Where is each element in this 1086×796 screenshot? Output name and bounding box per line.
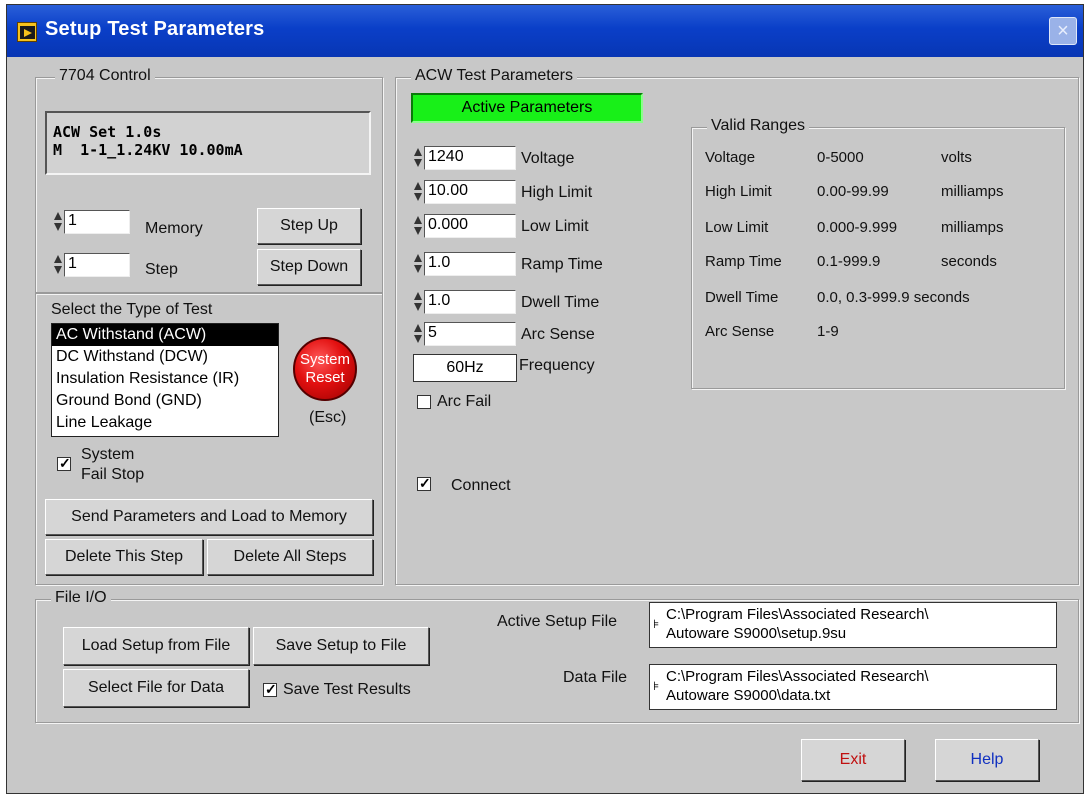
- arc-fail-label: Arc Fail: [437, 393, 492, 410]
- param-label: High Limit: [521, 184, 593, 201]
- range-unit: seconds: [941, 253, 997, 270]
- param-input[interactable]: 1240: [424, 146, 516, 170]
- fail-stop-label: System Fail Stop: [81, 445, 144, 485]
- spin-arrows-icon[interactable]: [53, 210, 63, 234]
- range-name: Voltage: [705, 149, 756, 166]
- step-label: Step: [145, 261, 178, 278]
- arc-fail-checkbox[interactable]: [417, 395, 431, 409]
- range-range: 0.00-99.99: [817, 183, 889, 200]
- test-type-option[interactable]: Ground Bond (GND): [52, 390, 278, 412]
- path-icon: ⊧: [653, 679, 660, 693]
- file-io-legend: File I/O: [51, 589, 111, 607]
- app-icon: [17, 22, 37, 42]
- range-range: 0.1-999.9: [817, 253, 881, 270]
- data-file-label: Data File: [563, 669, 628, 686]
- reset-shortcut-label: (Esc): [309, 409, 347, 426]
- fail-stop-label-line-1: System: [81, 446, 135, 463]
- test-type-option[interactable]: DC Withstand (DCW): [52, 346, 278, 368]
- range-unit: volts: [941, 149, 972, 166]
- test-type-list[interactable]: AC Withstand (ACW) DC Withstand (DCW) Insu…: [51, 323, 279, 437]
- test-type-option[interactable]: Line Leakage: [52, 412, 278, 434]
- param-label: Dwell Time: [521, 294, 600, 311]
- load-setup-button[interactable]: Load Setup from File: [63, 627, 249, 665]
- send-parameters-button[interactable]: Send Parameters and Load to Memory: [45, 499, 373, 535]
- save-results-checkbox[interactable]: ✓: [263, 681, 277, 697]
- range-range: 0.0, 0.3-999.9 seconds: [817, 289, 970, 306]
- data-file-path-line-2: Autoware S9000\data.txt: [666, 687, 831, 704]
- param-input[interactable]: 5: [424, 322, 516, 346]
- param-label: Voltage: [521, 150, 575, 167]
- active-setup-path-line-2: Autoware S9000\setup.9su: [666, 625, 847, 642]
- delete-step-button[interactable]: Delete This Step: [45, 539, 203, 575]
- spin-arrows-icon[interactable]: [413, 146, 423, 170]
- help-button[interactable]: Help: [935, 739, 1039, 781]
- param-label: Low Limit: [521, 218, 589, 235]
- select-data-file-button[interactable]: Select File for Data: [63, 669, 249, 707]
- fail-stop-label-line-2: Fail Stop: [81, 466, 145, 483]
- display-line-2: M 1-1_1.24KV 10.00mA: [53, 141, 243, 159]
- title-bar[interactable]: Setup Test Parameters ×: [7, 5, 1083, 57]
- window-title: Setup Test Parameters: [45, 18, 265, 40]
- range-name: High Limit: [705, 183, 772, 200]
- valid-ranges-legend: Valid Ranges: [707, 117, 809, 135]
- range-name: Arc Sense: [705, 323, 775, 340]
- spin-arrows-icon[interactable]: [413, 214, 423, 238]
- frequency-display: 60Hz: [413, 354, 517, 382]
- data-file-path-line-1: C:\Program Files\Associated Research\: [666, 668, 929, 685]
- range-name: Dwell Time: [705, 289, 779, 306]
- param-input[interactable]: 10.00: [424, 180, 516, 204]
- reset-label-2: Reset: [305, 369, 345, 386]
- param-label: Ramp Time: [521, 256, 603, 273]
- check-icon: ✓: [419, 475, 431, 491]
- data-file-path[interactable]: ⊧ C:\Program Files\Associated Research\ …: [649, 664, 1057, 710]
- delete-all-steps-button[interactable]: Delete All Steps: [207, 539, 373, 575]
- range-name: Ramp Time: [705, 253, 782, 270]
- test-type-label: Select the Type of Test: [51, 301, 213, 318]
- step-input[interactable]: 1: [64, 253, 130, 277]
- control-legend: 7704 Control: [55, 67, 155, 85]
- setup-window: Setup Test Parameters × 7704 Control ACW…: [6, 4, 1084, 794]
- param-input[interactable]: 1.0: [424, 290, 516, 314]
- range-unit: milliamps: [941, 219, 1004, 236]
- close-icon[interactable]: ×: [1049, 17, 1077, 45]
- reset-label-1: System: [299, 351, 350, 368]
- spin-arrows-icon[interactable]: [413, 290, 423, 314]
- display-line-1: ACW Set 1.0s: [53, 123, 162, 141]
- fail-stop-checkbox[interactable]: ✓: [57, 455, 71, 471]
- test-type-option[interactable]: AC Withstand (ACW): [52, 324, 278, 346]
- spin-arrows-icon[interactable]: [53, 253, 63, 277]
- range-range: 1-9: [817, 323, 839, 340]
- range-range: 0-5000: [817, 149, 864, 166]
- range-range: 0.000-9.999: [817, 219, 898, 236]
- param-input[interactable]: 1.0: [424, 252, 516, 276]
- range-unit: milliamps: [941, 183, 1004, 200]
- connect-checkbox[interactable]: ✓: [417, 475, 431, 491]
- range-name: Low Limit: [705, 219, 769, 236]
- memory-display: ACW Set 1.0s M 1-1_1.24KV 10.00mA: [45, 111, 371, 175]
- acw-legend: ACW Test Parameters: [411, 67, 577, 85]
- check-icon: ✓: [265, 681, 277, 697]
- param-input[interactable]: 0.000: [424, 214, 516, 238]
- memory-input[interactable]: 1: [64, 210, 130, 234]
- active-parameters-banner: Active Parameters: [411, 93, 643, 123]
- connect-label: Connect: [451, 477, 511, 494]
- exit-button[interactable]: Exit: [801, 739, 905, 781]
- spin-arrows-icon[interactable]: [413, 180, 423, 204]
- step-up-button[interactable]: Step Up: [257, 208, 361, 244]
- memory-label: Memory: [145, 220, 203, 237]
- test-type-option[interactable]: Insulation Resistance (IR): [52, 368, 278, 390]
- frequency-label: Frequency: [519, 357, 595, 374]
- save-results-label: Save Test Results: [283, 681, 411, 698]
- param-label: Arc Sense: [521, 326, 595, 343]
- step-down-button[interactable]: Step Down: [257, 249, 361, 285]
- save-setup-button[interactable]: Save Setup to File: [253, 627, 429, 665]
- spin-arrows-icon[interactable]: [413, 252, 423, 276]
- active-setup-path-line-1: C:\Program Files\Associated Research\: [666, 606, 929, 623]
- system-reset-button[interactable]: System Reset: [293, 337, 357, 401]
- path-icon: ⊧: [653, 617, 660, 631]
- active-setup-file-label: Active Setup File: [497, 613, 618, 630]
- check-icon: ✓: [59, 455, 71, 471]
- active-setup-path[interactable]: ⊧ C:\Program Files\Associated Research\ …: [649, 602, 1057, 648]
- spin-arrows-icon[interactable]: [413, 322, 423, 346]
